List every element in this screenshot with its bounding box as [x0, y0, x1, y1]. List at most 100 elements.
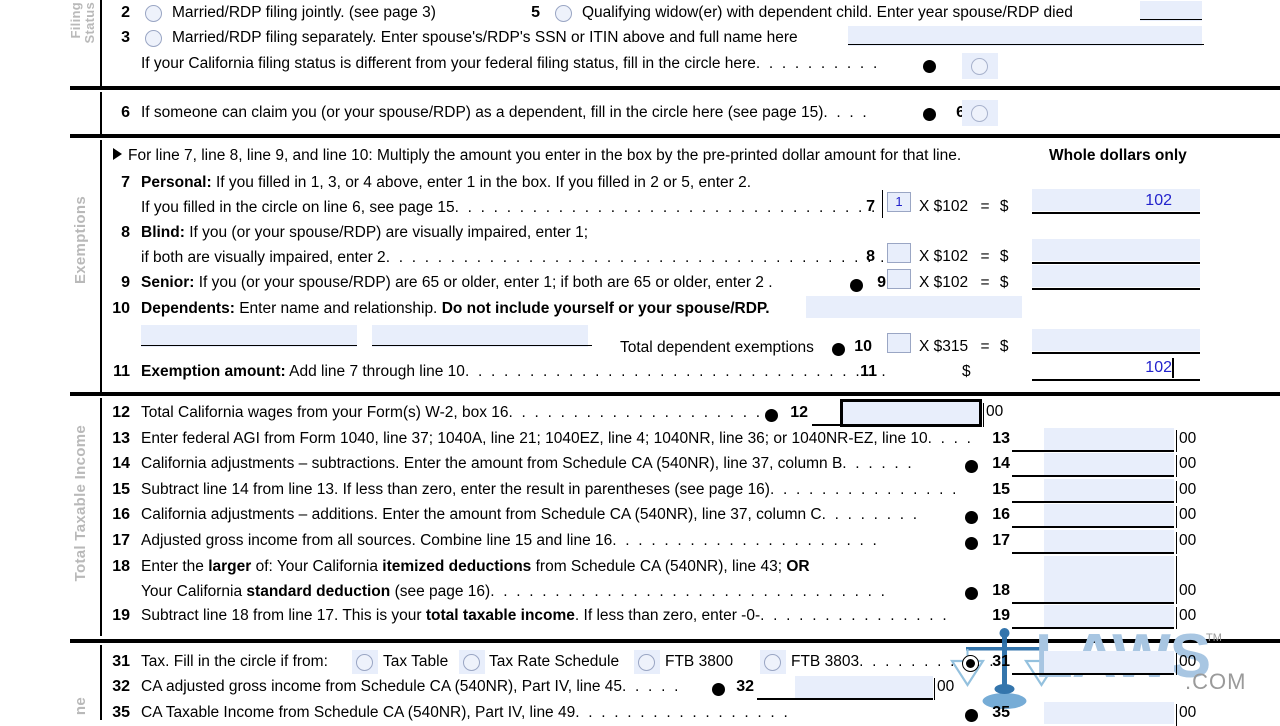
line35-amount-input[interactable]	[1044, 702, 1174, 724]
line31-cents: 00	[1176, 653, 1196, 675]
line7-count-input[interactable]: 1	[887, 192, 911, 212]
line-number-14: 14	[112, 455, 130, 472]
section-divider-tax	[70, 639, 1280, 643]
radio-tax-table[interactable]	[356, 654, 373, 671]
bullet-marker-filing-note	[923, 60, 936, 73]
line31-option-4-text: FTB 3803	[791, 653, 860, 670]
line10-amount-input[interactable]	[1032, 329, 1200, 351]
section-label-filing-status: Filing	[68, 2, 83, 39]
radio-line6-dependent[interactable]	[971, 105, 988, 122]
line9-text1: If you (or your spouse/RDP) are 65 or ol…	[198, 274, 773, 291]
line18-ref: 18	[992, 582, 1010, 599]
radio-ftb-3800[interactable]	[638, 654, 655, 671]
line11-ref: 11	[860, 363, 877, 380]
line19-amount-input[interactable]	[1044, 605, 1174, 627]
line16-amount-input[interactable]	[1044, 504, 1174, 526]
line-number-7: 7	[121, 174, 130, 191]
rail-divider-1	[100, 0, 102, 86]
radio-line31-selected[interactable]	[962, 655, 979, 672]
line31-text: Tax. Fill in the circle if from:	[141, 653, 328, 670]
line31-amount-input[interactable]	[1044, 651, 1174, 673]
section-label-total-taxable-income: Total Taxable Income	[72, 425, 89, 582]
bullet-marker-line32	[712, 683, 725, 696]
line10-equals: =	[980, 338, 990, 355]
line15-amount-input[interactable]	[1044, 479, 1174, 501]
line8-amount-underline	[1032, 262, 1200, 264]
line10-dependent1-input[interactable]	[141, 325, 357, 347]
line32-amount-input[interactable]	[795, 676, 933, 698]
line-number-8: 8	[121, 224, 130, 241]
line10-dollar: $	[999, 338, 1009, 355]
rail-divider-5	[100, 645, 102, 720]
line14-text: California adjustments – subtractions. E…	[141, 455, 843, 472]
line7-box-rule	[882, 190, 884, 218]
line15-dots: . . . . . . . . . . . . . . .	[769, 481, 959, 498]
line16-cents: 00	[1176, 506, 1196, 528]
line-number-12: 12	[112, 404, 130, 421]
line9-row: Senior: If you (or your spouse/RDP) are …	[141, 274, 773, 292]
line14-amount-underline	[1012, 475, 1174, 477]
line7-multiplier: X $102 = $	[919, 198, 1008, 216]
line13-amount-input[interactable]	[1044, 428, 1174, 450]
line18-amount-input[interactable]	[1044, 556, 1174, 602]
line-number-18: 18	[112, 558, 130, 575]
line18-text-a1: Enter the	[141, 558, 204, 575]
line10-count-input[interactable]	[887, 333, 911, 353]
radio-filing-status-2[interactable]	[145, 5, 162, 22]
line8-amount-input[interactable]	[1032, 239, 1200, 261]
radio-tax-rate-schedule[interactable]	[463, 654, 480, 671]
radio-filing-status-3[interactable]	[145, 30, 162, 47]
line9-count-input[interactable]	[887, 269, 911, 289]
section-divider-exemptions	[70, 134, 1280, 138]
line-number-17: 17	[112, 532, 130, 549]
line12-dots: . . . . . . . . . . . . . . . . . . . . …	[508, 404, 776, 421]
line18-text-a3: of: Your California	[255, 558, 378, 575]
year-spouse-died-input[interactable]	[1140, 1, 1202, 21]
line10-dependent2-input[interactable]	[372, 325, 588, 347]
line19-dots: . . . . . . . . . . . . . . .	[760, 607, 949, 624]
line8-count-input[interactable]	[887, 243, 911, 263]
line14-dots: . . . . . .	[842, 455, 914, 472]
line12-text: Total California wages from your Form(s)…	[141, 404, 509, 421]
line17-ref: 17	[992, 532, 1010, 549]
line18-text-a6: OR	[786, 558, 810, 575]
rail-divider-3	[100, 140, 102, 392]
line9-amount-input[interactable]	[1032, 265, 1200, 287]
line12-row: Total California wages from your Form(s)…	[141, 404, 775, 422]
line8-label: Blind:	[141, 224, 185, 241]
line-number-3: 3	[121, 29, 130, 46]
line14-amount-input[interactable]	[1044, 453, 1174, 475]
filing-status-3-label: Married/RDP filing separately. Enter spo…	[172, 29, 798, 46]
line12-amount-input[interactable]	[840, 399, 982, 427]
line18-text-a2: larger	[208, 558, 252, 575]
line31-option-3-label: FTB 3800	[665, 653, 734, 670]
section-label-tax: ne	[72, 697, 89, 716]
line8-text1: If you (or your spouse/RDP) are visually…	[189, 224, 589, 241]
line8-multiplier: X $102 = $	[919, 248, 1008, 266]
line17-row: Adjusted gross income from all sources. …	[141, 532, 879, 550]
line8-row1: Blind: If you (or your spouse/RDP) are v…	[141, 224, 588, 242]
spouse-name-input[interactable]	[848, 26, 1202, 46]
tax-form-540nr-page: Filing Status Exemptions Total Taxable I…	[0, 0, 1280, 726]
line31-ref: 31	[992, 653, 1010, 670]
line14-ref: 14	[992, 455, 1010, 472]
line7-equals: =	[980, 198, 990, 215]
bullet-marker-line6	[923, 108, 936, 121]
line-number-31: 31	[112, 653, 130, 670]
line14-cents: 00	[1176, 455, 1196, 477]
line-number-15: 15	[112, 481, 130, 498]
line13-text: Enter federal AGI from Form 1040, line 3…	[141, 430, 928, 447]
radio-filing-status-5[interactable]	[555, 5, 572, 22]
radio-ftb-3803[interactable]	[764, 654, 781, 671]
line10-dependent3-input[interactable]	[806, 296, 1022, 318]
line-number-9: 9	[121, 274, 130, 291]
line11-amount-underline	[1032, 379, 1200, 381]
line17-amount-input[interactable]	[1044, 530, 1174, 552]
line18-text-b3: (see page 16)	[394, 583, 491, 600]
radio-filing-status-different[interactable]	[971, 58, 988, 75]
line16-text: California adjustments – additions. Ente…	[141, 506, 822, 523]
bullet-marker-line16	[965, 511, 978, 524]
bullet-marker-line17	[965, 537, 978, 550]
line18-amount-underline	[1012, 602, 1174, 604]
line8-multiplier-text: X $102	[919, 248, 969, 265]
